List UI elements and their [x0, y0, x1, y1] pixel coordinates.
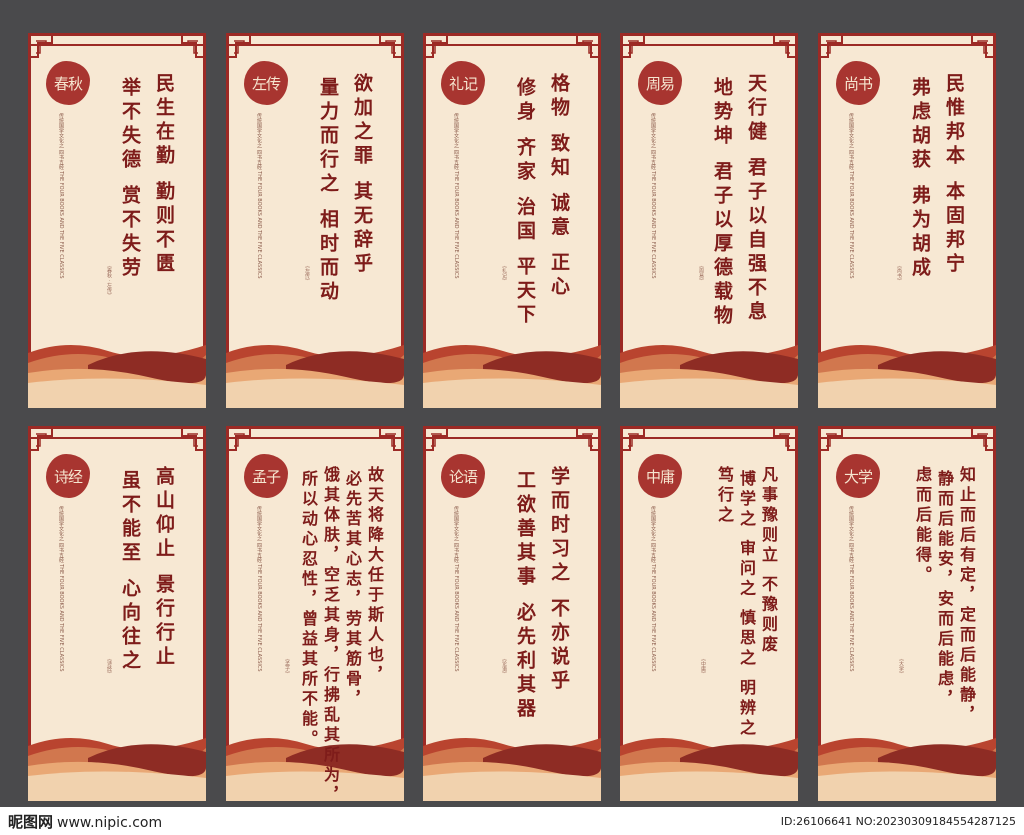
quote-line: 量力而行之 相时而动 — [317, 77, 339, 305]
quote-line: 故天将降大任于斯人也， — [365, 466, 384, 686]
poster-panel: 尚书 传统国学文化之 四书五经 THE FOUR BOOKS AND THE FI… — [818, 33, 996, 408]
source-note: 《诗经》 — [106, 656, 112, 676]
quote-line: 格物 致知 诚意 正心 — [548, 73, 570, 300]
source-note: 《礼记》 — [501, 263, 507, 283]
quote-line: 学而时习之 不亦说乎 — [548, 466, 570, 694]
poster-panel: 礼记 传统国学文化之 四书五经 THE FOUR BOOKS AND THE FI… — [423, 33, 601, 408]
quote-line: 饿其体肤，空乏其身，行拂乱其所为， — [321, 466, 340, 801]
source-note: 《大学》 — [898, 656, 904, 676]
quote-line: 所以动心忍性，曾益其所不能。 — [299, 470, 318, 750]
watermark-footer: 昵图网 www.nipic.com ID:26106641 NO:20230309… — [0, 807, 1024, 835]
quote-line: 修身 齐家 治国 平天下 — [514, 77, 536, 328]
source-note: 《周易》 — [698, 263, 704, 283]
source-note: 《中庸》 — [700, 656, 706, 676]
series-subtitle: 传统国学文化之 四书五经 THE FOUR BOOKS AND THE FIVE… — [256, 506, 262, 672]
quote-line: 弗虑胡获 弗为胡成 — [909, 77, 931, 281]
series-subtitle: 传统国学文化之 四书五经 THE FOUR BOOKS AND THE FIVE… — [848, 506, 854, 672]
source-note: 《春秋 · 左传》 — [106, 263, 112, 298]
poster-panel: 左传 传统国学文化之 四书五经 THE FOUR BOOKS AND THE FI… — [226, 33, 404, 408]
hills-decoration — [818, 344, 996, 408]
quote-line: 地势坤 君子以厚德载物 — [711, 77, 733, 329]
quote-line: 举不失德 赏不失劳 — [119, 77, 141, 281]
quote-line: 工欲善其事 必先利其器 — [514, 470, 536, 722]
quote-line: 欲加之罪 其无辞乎 — [351, 73, 373, 277]
series-subtitle: 传统国学文化之 四书五经 THE FOUR BOOKS AND THE FIVE… — [453, 113, 459, 279]
hills-decoration — [818, 737, 996, 801]
quote-line: 虽不能至 心向往之 — [119, 470, 141, 674]
poster-panel: 周易 传统国学文化之 四书五经 THE FOUR BOOKS AND THE FI… — [620, 33, 798, 408]
poster-panel: 中庸 传统国学文化之 四书五经 THE FOUR BOOKS AND THE FI… — [620, 426, 798, 801]
series-subtitle: 传统国学文化之 四书五经 THE FOUR BOOKS AND THE FIVE… — [650, 506, 656, 672]
poster-panel: 诗经 传统国学文化之 四书五经 THE FOUR BOOKS AND THE FI… — [28, 426, 206, 801]
series-subtitle: 传统国学文化之 四书五经 THE FOUR BOOKS AND THE FIVE… — [58, 506, 64, 672]
poster-panel: 大学 传统国学文化之 四书五经 THE FOUR BOOKS AND THE FI… — [818, 426, 996, 801]
quote-line: 笃行之 — [715, 466, 734, 526]
series-subtitle: 传统国学文化之 四书五经 THE FOUR BOOKS AND THE FIVE… — [58, 113, 64, 279]
hills-decoration — [423, 344, 601, 408]
quote-line: 高山仰止 景行行止 — [153, 466, 175, 670]
source-note: 《尚书》 — [896, 263, 902, 283]
poster-panel: 论语 传统国学文化之 四书五经 THE FOUR BOOKS AND THE FI… — [423, 426, 601, 801]
quote-line: 民惟邦本 本固邦宁 — [943, 73, 965, 277]
image-id: ID:26106641 NO:20230309184554287125 — [780, 814, 1016, 828]
quote-line: 必先苦其心志，劳其筋骨， — [343, 470, 362, 710]
quote-line: 民生在勤 勤则不匮 — [153, 73, 175, 277]
quote-line: 静而后能安，安而后能虑， — [935, 470, 954, 710]
source-note: 《孟子》 — [284, 656, 290, 676]
quote-line: 知止而后有定，定而后能静， — [957, 466, 976, 726]
series-subtitle: 传统国学文化之 四书五经 THE FOUR BOOKS AND THE FIVE… — [650, 113, 656, 279]
series-subtitle: 传统国学文化之 四书五经 THE FOUR BOOKS AND THE FIVE… — [256, 113, 262, 279]
series-subtitle: 传统国学文化之 四书五经 THE FOUR BOOKS AND THE FIVE… — [848, 113, 854, 279]
source-note: 《左传》 — [304, 263, 310, 283]
quote-line: 凡事豫则立 不豫则废 — [759, 466, 778, 656]
hills-decoration — [620, 737, 798, 801]
source-note: 《论语》 — [501, 656, 507, 676]
series-subtitle: 传统国学文化之 四书五经 THE FOUR BOOKS AND THE FIVE… — [453, 506, 459, 672]
hills-decoration — [28, 737, 206, 801]
poster-panel: 春秋 传统国学文化之 四书五经 THE FOUR BOOKS AND THE FI… — [28, 33, 206, 408]
hills-decoration — [620, 344, 798, 408]
quote-line: 天行健 君子以自强不息 — [745, 73, 767, 325]
hills-decoration — [423, 737, 601, 801]
hills-decoration — [28, 344, 206, 408]
poster-panel: 孟子 传统国学文化之 四书五经 THE FOUR BOOKS AND THE FI… — [226, 426, 404, 801]
quote-line: 虑而后能得。 — [913, 466, 932, 586]
quote-line: 博学之 审问之 慎思之 明辨之 — [737, 470, 756, 739]
hills-decoration — [226, 344, 404, 408]
site-logo: 昵图网 www.nipic.com — [8, 812, 163, 831]
